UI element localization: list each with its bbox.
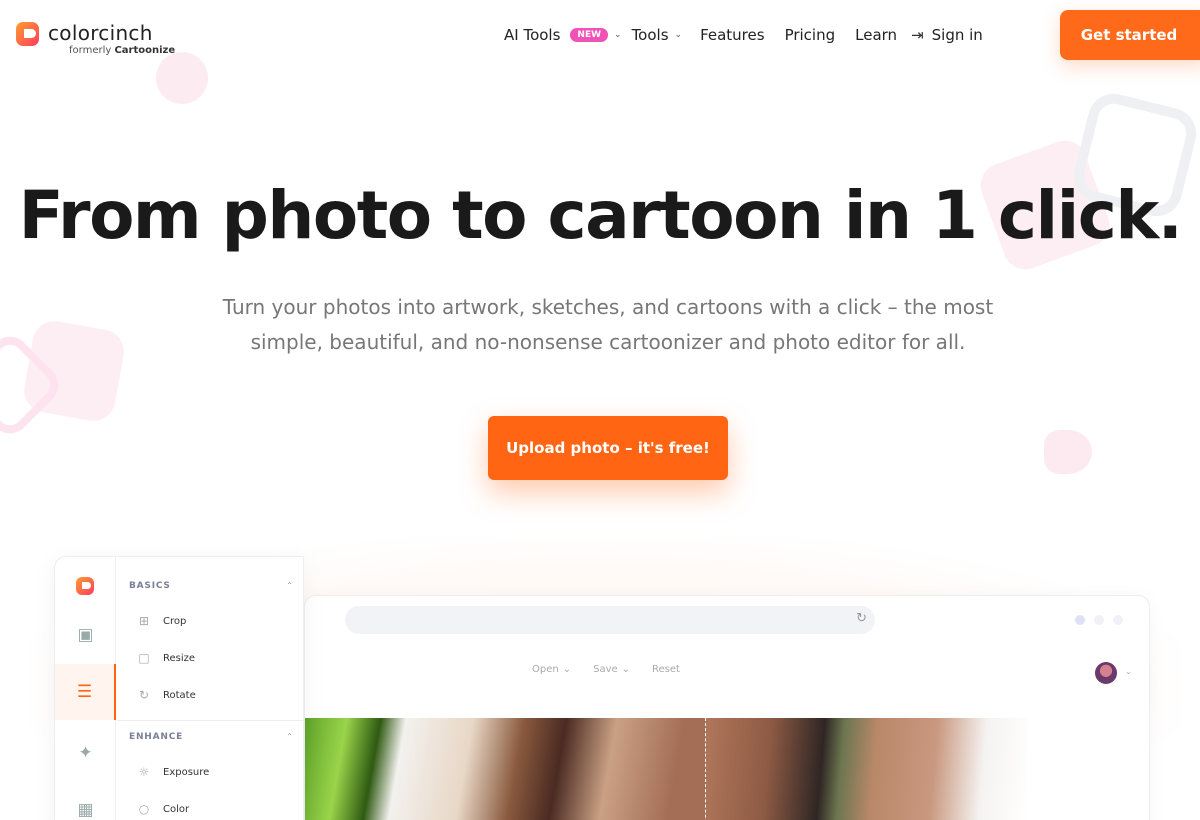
app-logo-icon: [76, 577, 94, 595]
app-preview-window: ↻ Open ⌄ Save ⌄ Reset ⌄: [304, 595, 1150, 820]
droplet-icon: ○: [138, 802, 150, 816]
chevron-down-icon: ⌄: [562, 664, 572, 675]
hero-title: From photo to cartoon in 1 click.: [18, 177, 1183, 254]
sign-in-icon: ⇥: [911, 26, 924, 44]
chevron-up-icon[interactable]: ⌃: [286, 581, 293, 590]
upload-photo-button[interactable]: Upload photo – it's free!: [488, 416, 728, 480]
tool-resize[interactable]: □ Resize: [137, 651, 195, 665]
window-dot: [1094, 615, 1104, 625]
app-sidebar: ▣ ☰ ✦ ▦ BASICS ⌃ ⊞ Crop □ Resize ↻ Rotat…: [54, 556, 304, 820]
nav-item-ai-tools[interactable]: AI Tools NEW ⌄: [504, 26, 622, 44]
nav-item-learn[interactable]: Learn: [855, 26, 897, 44]
tool-rotate[interactable]: ↻ Rotate: [137, 688, 196, 702]
original-half-image: [706, 718, 1027, 820]
top-navigation: colorcinch formerly Cartoonize AI Tools …: [0, 0, 1200, 70]
reset-button[interactable]: Reset: [652, 664, 680, 675]
nav-item-tools[interactable]: Tools ⌄: [632, 26, 683, 44]
get-started-button[interactable]: Get started: [1060, 10, 1200, 60]
chevron-down-icon: ⌄: [674, 30, 683, 40]
hero-subtitle: Turn your photos into artwork, sketches,…: [222, 295, 994, 354]
chevron-up-icon[interactable]: ⌃: [286, 732, 293, 741]
resize-icon: □: [138, 651, 150, 665]
app-toolbar: Open ⌄ Save ⌄ Reset: [532, 664, 680, 675]
window-dots: [1075, 615, 1123, 625]
save-menu[interactable]: Save ⌄: [593, 664, 630, 675]
preview-photo: [305, 718, 1027, 820]
section-divider: [117, 720, 303, 721]
tool-rail: ▣ ☰ ✦ ▦: [55, 557, 116, 820]
tool-crop[interactable]: ⊞ Crop: [137, 614, 186, 628]
crop-icon: ⊞: [138, 614, 150, 628]
address-bar: ↻: [345, 606, 875, 634]
brand-subtitle: formerly Cartoonize: [69, 45, 176, 56]
decorative-blob: [1044, 430, 1092, 474]
reload-icon: ↻: [856, 611, 867, 626]
decorative-square: [20, 317, 128, 425]
decorative-triangle-outline: [0, 328, 67, 442]
sun-icon: ☼: [138, 765, 150, 779]
cartoon-half-image: [305, 718, 706, 820]
section-basics-title: BASICS: [129, 581, 171, 591]
main-menu: AI Tools NEW ⌄ Tools ⌄ Features Pricing …: [504, 24, 983, 46]
rotate-icon: ↻: [138, 688, 150, 702]
nav-item-features[interactable]: Features: [700, 26, 765, 44]
nav-item-pricing[interactable]: Pricing: [785, 26, 836, 44]
brand-name: colorcinch: [48, 21, 153, 45]
window-dot: [1075, 615, 1085, 625]
new-badge: NEW: [570, 28, 609, 42]
chevron-down-icon: ⌄: [614, 30, 622, 40]
tool-exposure[interactable]: ☼ Exposure: [137, 765, 210, 779]
adjust-sliders-icon[interactable]: ☰: [55, 664, 116, 720]
sign-in-link[interactable]: ⇥ Sign in: [911, 26, 983, 44]
logo-mark-icon: [16, 22, 39, 46]
section-enhance-title: ENHANCE: [129, 732, 184, 742]
tool-color[interactable]: ○ Color: [137, 802, 189, 816]
sparkle-icon[interactable]: ✦: [55, 725, 116, 781]
grid-icon[interactable]: ▦: [55, 782, 116, 820]
tool-panel: BASICS ⌃ ⊞ Crop □ Resize ↻ Rotate ENHANC…: [117, 557, 303, 820]
chevron-down-icon: ⌄: [621, 664, 631, 675]
brand-logo[interactable]: colorcinch formerly Cartoonize: [16, 21, 175, 56]
image-icon[interactable]: ▣: [55, 607, 116, 663]
window-dot: [1113, 615, 1123, 625]
open-menu[interactable]: Open ⌄: [532, 664, 571, 675]
chevron-down-icon: ⌄: [1125, 667, 1132, 676]
avatar[interactable]: [1095, 662, 1117, 684]
compare-divider[interactable]: [705, 718, 706, 820]
